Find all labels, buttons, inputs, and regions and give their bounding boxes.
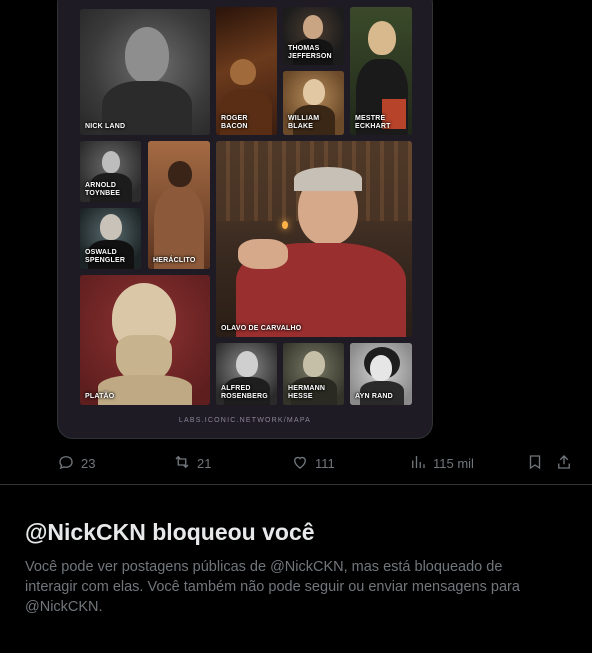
portrait-label: MESTRE ECKHART <box>355 114 391 130</box>
portrait-label: PLATÃO <box>85 392 115 400</box>
portrait-label: OSWALD SPENGLER <box>85 248 126 264</box>
share-button[interactable] <box>555 452 573 474</box>
views-icon <box>409 453 427 474</box>
portrait-label: THOMAS JEFFERSON <box>288 44 332 60</box>
reply-icon <box>57 453 75 474</box>
portrait-tile: AYN RAND <box>350 343 412 405</box>
portrait-label: HERMANN HESSE <box>288 384 326 400</box>
portrait-tile: OLAVO DE CARVALHO <box>216 141 412 337</box>
portrait-tile: MESTRE ECKHART <box>350 7 412 135</box>
like-count: 111 <box>315 455 335 471</box>
portrait-label: OLAVO DE CARVALHO <box>221 324 302 332</box>
portrait-label: AYN RAND <box>355 392 393 400</box>
views-button[interactable]: 115 mil <box>409 452 474 474</box>
like-icon <box>291 453 309 474</box>
portrait-label: ROGER BACON <box>221 114 248 130</box>
portrait-tile: THOMAS JEFFERSON <box>283 7 344 65</box>
image-source-caption: LABS.ICONIC.NETWORK/MAPA <box>178 417 312 424</box>
bookmark-icon <box>526 453 544 474</box>
reply-count: 23 <box>81 455 96 471</box>
blocked-notice: @NickCKN bloqueou você Você pode ver pos… <box>0 485 592 653</box>
portrait-tile: ARNOLD TOYNBEE <box>80 141 141 202</box>
portrait-tile: ALFRED ROSENBERG <box>216 343 277 405</box>
portrait-label: NICK LAND <box>85 122 126 130</box>
portrait-tile: PLATÃO <box>80 275 210 405</box>
portrait-tile: WILLIAM BLAKE <box>283 71 344 135</box>
portrait-tile: HERMANN HESSE <box>283 343 344 405</box>
portrait-image <box>148 141 210 269</box>
portrait-tile: HERÁCLITO <box>148 141 210 269</box>
post-area: NICK LAND ROGER BACON THOMAS JEFFERSON W… <box>0 0 592 484</box>
portrait-label: ALFRED ROSENBERG <box>221 384 268 400</box>
portrait-label: WILLIAM BLAKE <box>288 114 320 130</box>
portrait-image <box>216 141 412 337</box>
repost-icon <box>173 453 191 474</box>
portrait-image <box>80 275 210 405</box>
post-media-image[interactable]: NICK LAND ROGER BACON THOMAS JEFFERSON W… <box>57 0 433 439</box>
blocked-description: Você pode ver postagens públicas de @Nic… <box>25 559 520 615</box>
blocked-title: @NickCKN bloqueou você <box>25 519 315 545</box>
reply-button[interactable]: 23 <box>57 452 95 474</box>
portrait-tile: ROGER BACON <box>216 7 277 135</box>
portrait-tile: NICK LAND <box>80 9 210 135</box>
repost-button[interactable]: 21 <box>173 452 211 474</box>
like-button[interactable]: 111 <box>291 452 335 474</box>
bookmark-button[interactable] <box>526 452 544 474</box>
repost-count: 21 <box>197 455 212 471</box>
portrait-tile: OSWALD SPENGLER <box>80 208 141 269</box>
views-count: 115 mil <box>433 455 474 471</box>
portrait-label: HERÁCLITO <box>153 256 196 264</box>
share-icon <box>555 453 573 474</box>
portrait-label: ARNOLD TOYNBEE <box>85 181 121 197</box>
post-action-bar: 23 21 111 115 mil <box>57 452 577 474</box>
portrait-image <box>80 9 210 135</box>
